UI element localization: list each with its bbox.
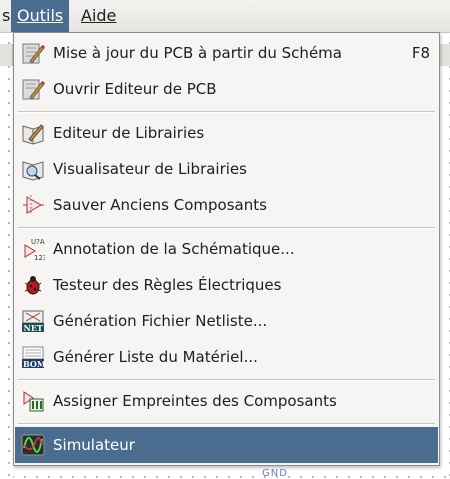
menu-separator <box>18 423 435 425</box>
bom-icon: BOM <box>21 345 45 369</box>
library-browser-icon <box>21 157 45 181</box>
right-toolbar-stub <box>440 44 450 66</box>
annotate-icon: U?A 123 <box>21 237 45 261</box>
menu-item-open-pcb-editor[interactable]: Ouvrir Editeur de PCB <box>15 71 438 107</box>
menu-aide[interactable]: Aide <box>75 0 122 32</box>
menu-item-library-editor[interactable]: Editeur de Librairies <box>15 115 438 151</box>
outils-dropdown-menu: Mise à jour du PCB à partir du Schéma F8… <box>13 32 440 466</box>
menu-separator <box>18 227 435 229</box>
schematic-canvas-bottom[interactable] <box>13 466 450 479</box>
left-toolbar-stub <box>0 44 13 66</box>
menu-outils[interactable]: Outils <box>11 0 70 32</box>
menu-item-simulator[interactable]: Simulateur <box>15 427 438 463</box>
menu-separator <box>18 379 435 381</box>
pcb-update-icon <box>21 41 45 65</box>
menu-item-update-pcb[interactable]: Mise à jour du PCB à partir du Schéma F8 <box>15 35 438 71</box>
menu-item-rescue-symbols[interactable]: Sauver Anciens Composants <box>15 187 438 223</box>
menu-item-erc[interactable]: Testeur des Règles Électriques <box>15 267 438 303</box>
cvpcb-icon <box>21 389 45 413</box>
library-editor-icon <box>21 121 45 145</box>
svg-text:NET: NET <box>24 323 43 333</box>
schematic-canvas-left[interactable] <box>0 33 13 479</box>
netlist-icon: NET <box>21 309 45 333</box>
menu-item-library-browser[interactable]: Visualisateur de Librairies <box>15 151 438 187</box>
pcbnew-icon <box>21 77 45 101</box>
svg-text:123: 123 <box>34 254 45 261</box>
svg-text:BOM: BOM <box>23 359 45 369</box>
shortcut-f8: F8 <box>411 44 430 62</box>
simulator-icon <box>21 433 45 457</box>
menu-item-annotate[interactable]: U?A123 Annotation de la Schématique... <box>15 231 438 267</box>
menu-item-netlist[interactable]: NET Génération Fichier Netliste... <box>15 303 438 339</box>
erc-bug-icon <box>21 273 45 297</box>
net-label-gnd: GND <box>262 468 288 479</box>
menu-item-assign-footprints[interactable]: Assigner Empreintes des Composants <box>15 383 438 419</box>
menu-separator <box>18 111 435 113</box>
schematic-canvas-right[interactable] <box>440 33 450 479</box>
menu-bar: s Outils Aide <box>0 0 450 33</box>
menu-item-bom[interactable]: BOM Générer Liste du Matériel... <box>15 339 438 375</box>
svg-text:U?A: U?A <box>31 238 45 246</box>
rescue-symbols-icon <box>21 193 45 217</box>
